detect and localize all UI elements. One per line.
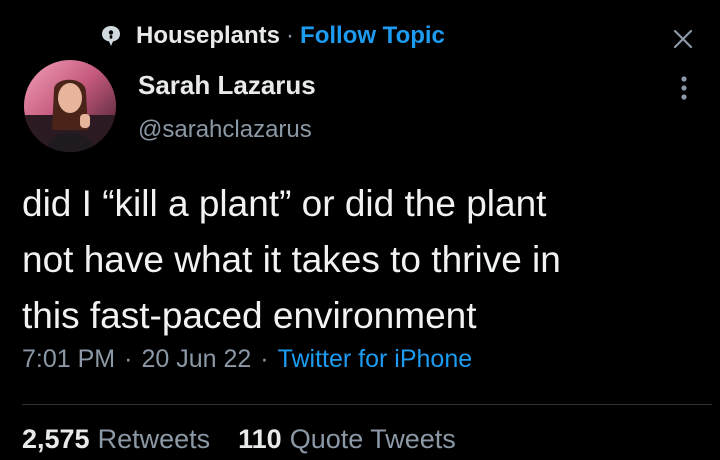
topic-bubble-icon — [102, 26, 120, 46]
retweets-label: Retweets — [97, 424, 211, 454]
tweet-date[interactable]: 20 Jun 22 — [141, 345, 251, 374]
quote-tweets-label: Quote Tweets — [289, 424, 456, 454]
avatar-photo — [24, 60, 116, 152]
close-icon[interactable] — [670, 26, 696, 52]
tweet-card: Houseplants · Follow Topic Sarah Lazarus… — [0, 0, 720, 460]
tweet-time[interactable]: 7:01 PM — [22, 345, 115, 374]
author-display-name[interactable]: Sarah Lazarus — [138, 70, 316, 101]
tweet-meta: 7:01 PM · 20 Jun 22 · Twitter for iPhone — [22, 345, 472, 374]
tweet-text: did I “kill a plant” or did the plant no… — [22, 183, 561, 336]
meta-separator: · — [124, 345, 133, 373]
more-vertical-icon[interactable] — [672, 72, 696, 104]
retweets-stat[interactable]: 2,575 Retweets — [22, 424, 210, 455]
quote-tweets-stat[interactable]: 110 Quote Tweets — [238, 424, 456, 455]
avatar[interactable] — [24, 60, 116, 152]
tweet-stats: 2,575 Retweets 110 Quote Tweets — [22, 424, 484, 455]
topic-row: Houseplants · Follow Topic — [100, 21, 445, 51]
tweet-source-link[interactable]: Twitter for iPhone — [278, 345, 473, 374]
quote-tweets-count: 110 — [238, 424, 282, 454]
retweets-count: 2,575 — [22, 424, 90, 454]
topic-separator: · — [286, 22, 295, 49]
author-handle[interactable]: @sarahclazarus — [138, 116, 312, 144]
topic-name[interactable]: Houseplants — [136, 22, 280, 50]
follow-topic-link[interactable]: Follow Topic — [300, 22, 445, 50]
divider — [22, 404, 712, 405]
meta-separator: · — [260, 345, 269, 373]
